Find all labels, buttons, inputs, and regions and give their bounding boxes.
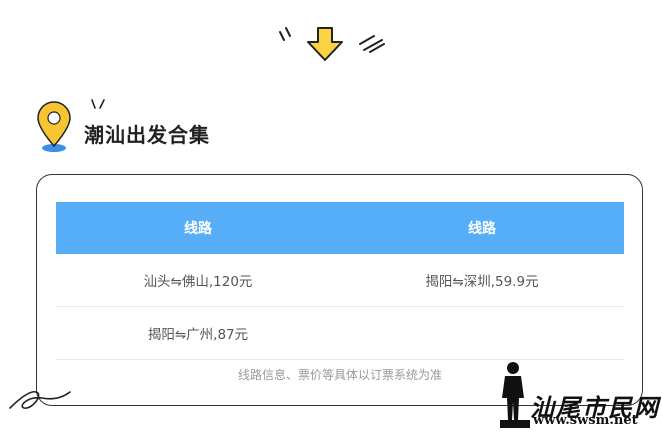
watermark-url: www.swsm.net bbox=[533, 413, 638, 428]
column-header: 线路 bbox=[184, 221, 212, 237]
spark-lines-icon bbox=[91, 99, 105, 109]
table-cell: 汕头⇋佛山,120元 bbox=[143, 274, 253, 290]
footnote: 线路信息、票价等具体以订票系统为准 bbox=[237, 368, 442, 382]
section-title: 潮汕出发合集 bbox=[84, 123, 210, 147]
table-cell: 揭阳⇋深圳,59.9元 bbox=[425, 274, 539, 290]
down-arrow-icon bbox=[279, 27, 385, 61]
scribble-decoration bbox=[9, 390, 71, 409]
table-row: 汕头⇋佛山,120元 揭阳⇋深圳,59.9元 bbox=[56, 254, 624, 307]
table-cell: 揭阳⇋广州,87元 bbox=[147, 327, 249, 343]
table-row: 揭阳⇋广州,87元 bbox=[56, 307, 624, 360]
column-header: 线路 bbox=[468, 221, 496, 237]
route-table: 线路 线路 汕头⇋佛山,120元 揭阳⇋深圳,59.9元 揭阳⇋广州,87元 bbox=[56, 202, 624, 360]
table-header: 线路 线路 bbox=[56, 202, 624, 254]
location-pin-icon bbox=[37, 101, 71, 152]
table-cell bbox=[340, 307, 624, 359]
